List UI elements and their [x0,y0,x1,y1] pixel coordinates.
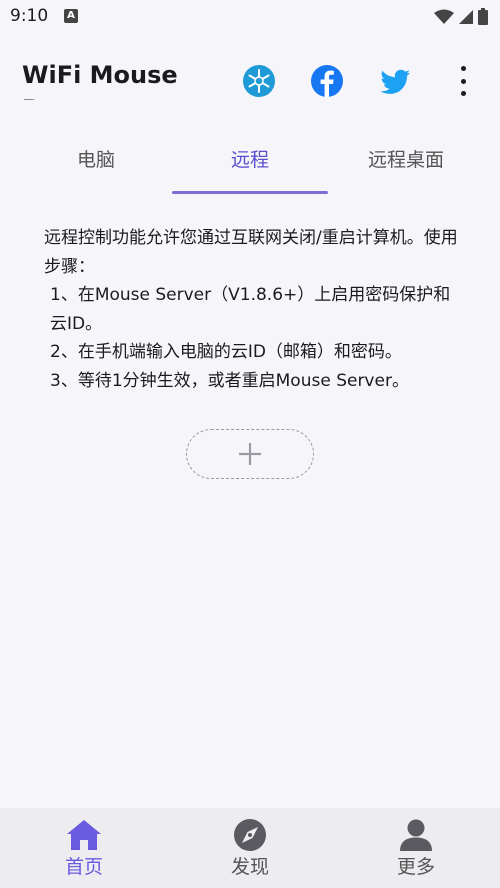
step-2: 2、在手机端输入电脑的云ID（邮箱）和密码。 [50,342,402,362]
status-bar: 9:10 A [0,0,500,34]
wifi-icon [434,9,454,24]
app-bar: WiFi Mouse Pro [0,34,500,100]
remote-description: 远程控制功能允许您通过互联网关闭/重启计算机。使用步骤： 1、在Mouse Se… [44,224,464,395]
nav-discover[interactable]: 发现 [190,818,310,879]
a-icon: A [64,9,78,23]
home-icon [67,820,101,850]
bottom-nav: 首页 发现 更多 [0,808,500,888]
status-icons [434,8,488,25]
compass-icon [234,819,266,851]
plus-icon [239,443,261,465]
app-title: WiFi Mouse Pro [22,61,178,100]
bluetooth-like-icon[interactable] [242,64,276,98]
tab-remote-desktop[interactable]: 远程桌面 [328,136,484,188]
tab-bar: 电脑 远程 远程桌面 [0,136,500,194]
twitter-icon[interactable] [378,64,412,98]
nav-more[interactable]: 更多 [356,818,476,879]
facebook-icon[interactable] [310,64,344,98]
tab-remote[interactable]: 远程 [172,136,328,188]
nav-more-label: 更多 [396,856,435,878]
battery-icon [478,8,488,25]
more-vert-icon[interactable] [454,66,472,96]
nav-discover-label: 发现 [230,856,269,878]
signal-icon [459,9,473,24]
add-remote-button[interactable] [186,429,314,479]
person-icon [400,819,432,851]
status-time: 9:10 [10,6,49,26]
tab-computer[interactable]: 电脑 [18,136,174,188]
tab-indicator [172,191,328,194]
nav-home[interactable]: 首页 [24,818,144,879]
step-1: 1、在Mouse Server（V1.8.6+）上启用密码保护和云ID。 [50,285,451,334]
intro-text: 远程控制功能允许您通过互联网关闭/重启计算机。使用步骤： [44,228,458,277]
step-3: 3、等待1分钟生效，或者重启Mouse Server。 [50,370,409,391]
nav-home-label: 首页 [64,856,103,878]
